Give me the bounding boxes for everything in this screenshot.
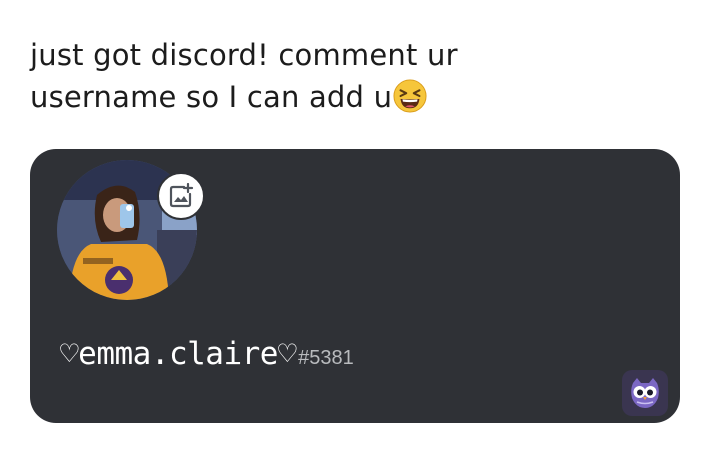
upload-avatar-button[interactable] [157,172,205,220]
username-row: ♡emma.claire♡ #5381 [60,336,354,372]
owl-logo-icon [631,378,659,408]
username: ♡emma.claire♡ [60,336,297,372]
discriminator: #5381 [298,347,354,369]
add-image-icon [169,183,194,208]
caption-line-2: username so I can add u [30,80,393,114]
caption-line-1: just got discord! comment ur [30,38,458,72]
discord-profile-card: ♡emma.claire♡ #5381 [30,149,680,423]
grinning-squinting-face-icon [393,79,427,113]
post-caption: just got discord! comment ur username so… [30,34,650,118]
caption-line-2-wrap: username so I can add u [30,76,650,118]
owl-logo-watermark [622,370,668,416]
